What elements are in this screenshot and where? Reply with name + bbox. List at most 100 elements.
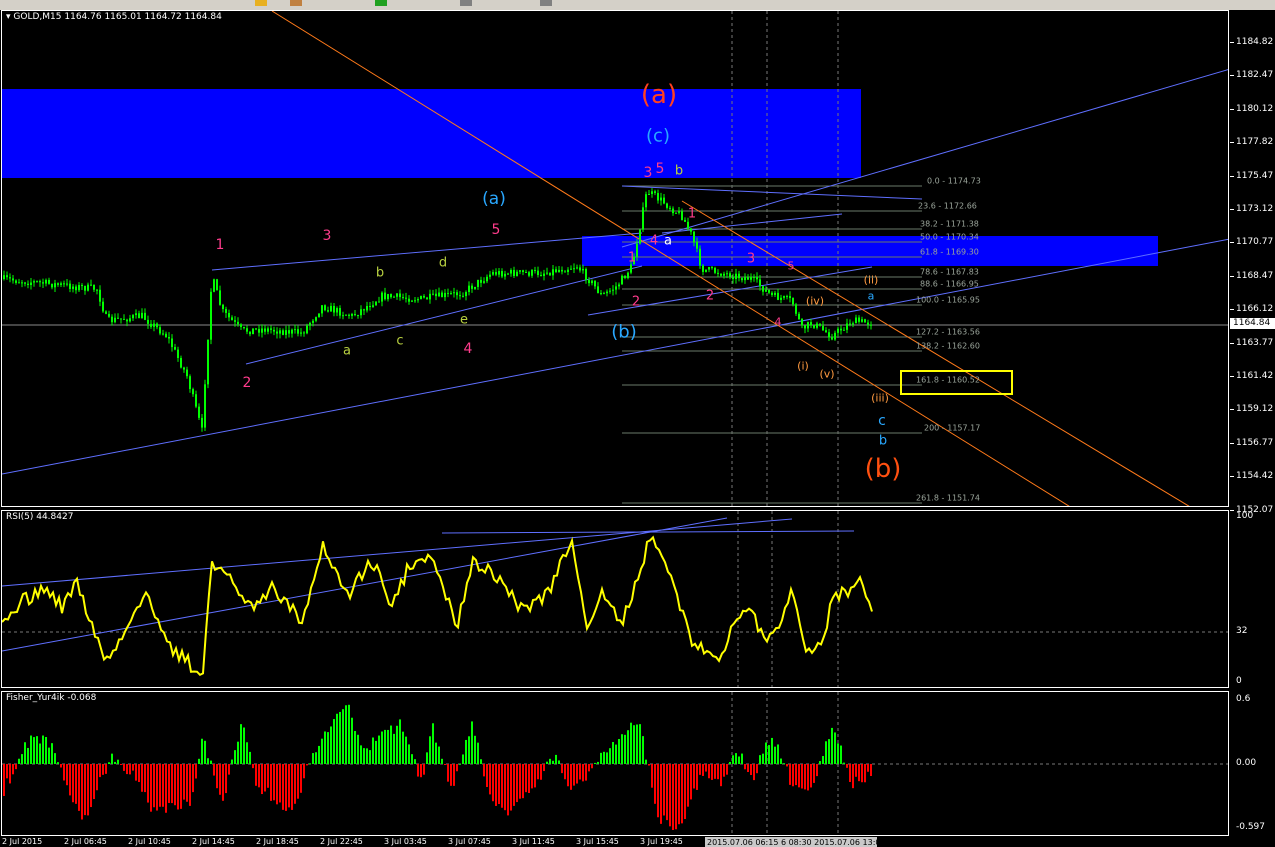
price-candle-body [765, 289, 767, 292]
fisher-axis[interactable]: 0.6 0.00 -0.597 [1230, 691, 1275, 836]
price-candle-body [171, 338, 173, 348]
fisher-bar-negative [81, 764, 83, 820]
price-candle-body [258, 328, 260, 333]
fisher-bar-positive [834, 732, 836, 764]
rsi-title: RSI(5) 44.8427 [6, 512, 74, 522]
rsi-canvas[interactable] [2, 511, 1229, 688]
fisher-canvas[interactable] [2, 692, 1229, 836]
price-candle-body [486, 276, 488, 282]
fisher-bar-positive [381, 731, 383, 764]
price-candle-body [45, 279, 47, 284]
toolbar-text-icon[interactable] [460, 0, 472, 6]
time-axis[interactable]: 2 Jul 2015 2 Jul 06:45 2 Jul 10:45 2 Jul 14… [0, 836, 1275, 847]
price-candle-body [333, 305, 335, 313]
price-candle-body [483, 281, 485, 283]
wave-label: c [396, 333, 404, 349]
price-candle-body [537, 270, 539, 276]
price-candle-body [384, 292, 386, 300]
fisher-bar-positive [471, 721, 473, 764]
price-candle-body [543, 273, 545, 276]
price-candle-body [369, 306, 371, 308]
fisher-panel[interactable]: Fisher_Yur4ik -0.068 [1, 691, 1229, 836]
price-candle-body [828, 332, 830, 338]
fisher-bar-positive [549, 758, 551, 764]
wave-label: 4 [463, 341, 473, 357]
rsi-axis[interactable]: 100 32 0 [1230, 510, 1275, 688]
price-candle-body [165, 333, 167, 338]
fisher-bar-positive [555, 754, 557, 764]
fisher-bar-positive [612, 741, 614, 764]
fisher-bar-negative [123, 764, 125, 771]
price-candle-body [681, 211, 683, 220]
toolbar-plus-icon[interactable] [375, 0, 387, 6]
fisher-bar-positive [354, 731, 356, 764]
fisher-bar-negative [75, 764, 77, 804]
price-axis[interactable]: 1184.82 1182.47 1180.12 1177.82 1175.47 1173.… [1230, 10, 1275, 515]
fisher-bar-positive [375, 740, 377, 764]
price-candle-body [606, 291, 608, 294]
fisher-bar-positive [822, 756, 824, 764]
fisher-bar-positive [315, 752, 317, 764]
price-candle-body [39, 281, 41, 283]
fisher-bar-negative [297, 764, 299, 799]
fisher-bar-positive [639, 724, 641, 764]
fisher-bar-positive [210, 760, 212, 764]
fisher-bar-negative [276, 764, 278, 805]
price-candle-body [693, 231, 695, 243]
price-candle-body [552, 269, 554, 276]
rsi-panel[interactable]: RSI(5) 44.8427 [1, 510, 1229, 688]
price-chart-canvas[interactable] [2, 11, 1229, 507]
fisher-bar-positive [111, 753, 113, 764]
fisher-bar-negative [567, 764, 569, 787]
toolbar-line-icon[interactable] [290, 0, 302, 6]
fisher-bar-negative [861, 764, 863, 783]
price-tick-mark [1230, 175, 1234, 177]
price-candle-body [468, 285, 470, 293]
fisher-bar-positive [42, 735, 44, 764]
fisher-bar-positive [627, 730, 629, 764]
price-candle-body [204, 384, 206, 428]
price-candle-body [321, 305, 323, 314]
price-candle-body [99, 289, 101, 302]
price-candle-body [78, 285, 80, 291]
wave-label: 3 [746, 251, 756, 267]
price-candle-body [18, 282, 20, 284]
price-candle-body [447, 292, 449, 294]
price-candle-body [201, 417, 203, 428]
fisher-bar-negative [576, 764, 578, 784]
price-candle-body [417, 299, 419, 301]
fisher-bar-positive [633, 725, 635, 764]
fisher-bar-negative [291, 764, 293, 810]
price-candle-body [381, 292, 383, 302]
price-candle-body [330, 305, 332, 312]
price-candle-body [720, 273, 722, 276]
price-candle-body [477, 279, 479, 287]
price-candle-body [285, 330, 287, 335]
price-tick-label: 1163.77 [1236, 337, 1274, 348]
wave-label: (iii) [871, 391, 889, 405]
wave-label: 2 [705, 288, 715, 304]
fisher-bar-negative [228, 764, 230, 775]
price-candle-body [507, 273, 509, 275]
price-candle-body [261, 328, 263, 333]
price-candle-body [300, 332, 302, 334]
rsi-tick-label: 32 [1236, 626, 1248, 636]
price-candle-body [390, 294, 392, 298]
toolbar-fibo-icon[interactable] [540, 0, 552, 6]
toolbar-arrow-icon[interactable] [255, 0, 267, 6]
fisher-bar-negative [219, 764, 221, 795]
price-candle-body [444, 292, 446, 298]
price-candle-body [642, 207, 644, 230]
chart-dropdown-icon[interactable]: ▾ [6, 12, 11, 22]
fisher-bar-negative [132, 764, 134, 771]
price-candle-body [819, 323, 821, 326]
fisher-bar-positive [372, 737, 374, 764]
price-candle-body [396, 293, 398, 297]
price-chart-panel[interactable]: ▾ GOLD,M15 1164.76 1165.01 1164.72 1164.… [1, 10, 1229, 507]
price-candle-body [864, 319, 866, 323]
fisher-bar-negative [486, 764, 488, 787]
fisher-bar-negative [807, 764, 809, 791]
fisher-bar-negative [270, 764, 272, 801]
wave-label: (c) [646, 125, 670, 147]
price-candle-body [84, 286, 86, 291]
